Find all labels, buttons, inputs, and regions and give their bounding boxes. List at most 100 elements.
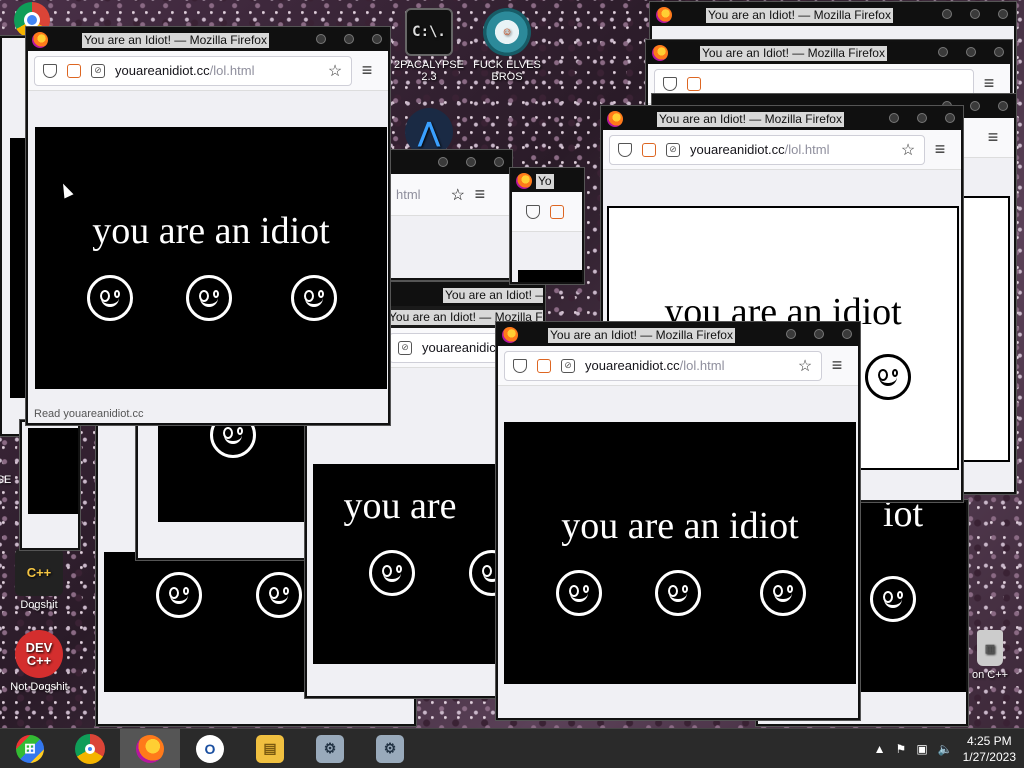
desktop-icon-elves[interactable]: ☺ FUCK ELVES BROS — [470, 8, 544, 83]
flag-icon[interactable]: ⚑ — [896, 742, 907, 756]
window-controls[interactable] — [438, 157, 504, 167]
url-bar[interactable]: ⊘ youareanidiot.cc/lol.html ☆ — [609, 134, 925, 165]
window-title: You are an Idiot! — Mozilla Firefox — [706, 7, 893, 23]
bookmark-star-icon[interactable]: ☆ — [451, 185, 465, 205]
window-title: You are an Idiot! — Mozilla Firefox — [657, 111, 844, 127]
url-path: /lol.html — [679, 358, 725, 373]
bookmark-star-icon[interactable]: ☆ — [797, 358, 813, 375]
url-bar[interactable] — [518, 197, 578, 227]
desktop-icon-not-dogshit[interactable]: DEV C++ Not Dogshit — [2, 630, 76, 693]
menu-icon[interactable]: ≡ — [974, 73, 1004, 94]
close-button[interactable] — [842, 329, 852, 339]
network-icon[interactable]: ▣ — [916, 742, 927, 756]
smiley-icon — [556, 570, 602, 616]
url-path: /lol.html — [209, 63, 255, 78]
titlebar[interactable]: You are an Idiot! — Mozilla Firefox — [648, 42, 1010, 64]
taskbar-chrome[interactable] — [60, 729, 120, 768]
minimize-button[interactable] — [316, 34, 326, 44]
firefox-logo-icon — [502, 327, 518, 343]
taskbar: ⊞ O ▤ ⚙ ⚙ ▲ ⚑ ▣ 🔈 4:25 PM 1/27/2023 — [0, 728, 1024, 768]
titlebar[interactable]: Yo — [512, 170, 582, 192]
window-title: You are an Idiot! — Mozilla Firefox — [548, 327, 735, 343]
window-controls[interactable] — [942, 9, 1008, 19]
page-content — [518, 270, 582, 282]
navigation-bar — [512, 192, 582, 232]
permissions-icon: ⊘ — [666, 142, 680, 157]
installer-icon: ⚙ — [376, 734, 404, 763]
smiley-icon — [760, 570, 806, 616]
url-host: youareanidiot.cc — [115, 63, 210, 78]
volume-icon[interactable]: 🔈 — [938, 742, 953, 756]
shield-icon — [513, 358, 527, 373]
url-path: /lol.html — [784, 142, 830, 157]
mouse-cursor-icon — [58, 181, 74, 199]
url-text: html — [396, 187, 421, 202]
taskbar-obama[interactable]: O — [180, 729, 240, 768]
menu-icon[interactable]: ≡ — [352, 60, 382, 81]
desktop-icon-2pacalypse[interactable]: C:\. 2PACALYPSE 2.3 — [392, 8, 466, 83]
shield-icon — [618, 142, 632, 157]
folder-icon: ▤ — [256, 734, 284, 763]
tracking-icon: ⊘ — [398, 340, 412, 355]
window-controls[interactable] — [316, 34, 382, 44]
taskbar-firefox[interactable] — [120, 728, 180, 768]
titlebar[interactable] — [390, 152, 510, 174]
menu-icon[interactable]: ≡ — [925, 139, 955, 160]
system-tray: ▲ ⚑ ▣ 🔈 4:25 PM 1/27/2023 — [874, 729, 1016, 768]
window-controls[interactable] — [938, 47, 1004, 57]
obama-logo-icon: O — [196, 734, 224, 763]
close-button[interactable] — [372, 34, 382, 44]
devcpp-icon: DEV C++ — [15, 630, 63, 678]
firefox-window-main-topleft[interactable]: You are an Idiot! — Mozilla Firefox ⊘ yo… — [26, 27, 390, 425]
minimize-button[interactable] — [786, 329, 796, 339]
maximize-button[interactable] — [814, 329, 824, 339]
titlebar[interactable]: You are an Idiot! — Mozilla Firefox — [603, 108, 961, 130]
url-bar[interactable]: ⊘ youareanidiot.cc/lol.html ☆ — [34, 55, 352, 86]
clock[interactable]: 4:25 PM 1/27/2023 — [963, 733, 1016, 765]
desktop-icon-label: Not Dogshit — [10, 681, 68, 693]
maximize-button[interactable] — [344, 34, 354, 44]
status-text: Read youareanidiot.cc — [32, 408, 146, 420]
firefox-logo-icon — [656, 7, 672, 23]
firefox-icon — [136, 734, 164, 763]
taskbar-installer-1[interactable]: ⚙ — [300, 729, 360, 768]
titlebar[interactable]: You are an Idiot! — Mozilla Firefox — [28, 29, 388, 51]
smiley-icon — [865, 354, 911, 400]
menu-icon[interactable]: ≡ — [822, 355, 852, 376]
smiley-icon — [369, 550, 415, 596]
navigation-bar: ⊘ youareanidiot.cc/lol.html ☆ ≡ — [603, 130, 961, 170]
desktop-icon-dogshit[interactable]: C++ Dogshit — [2, 548, 76, 611]
taskbar-file-explorer[interactable]: ▤ — [240, 729, 300, 768]
installer-icon: ⚙ — [316, 734, 344, 763]
clock-time: 4:25 PM — [966, 734, 1012, 748]
titlebar[interactable]: You are an Idiot! — Mozilla Firefox — [498, 324, 858, 346]
firefox-window-main-center[interactable]: You are an Idiot! — Mozilla Firefox ⊘ yo… — [496, 322, 860, 720]
url-bar[interactable]: ⊘ youareanidiot.cc/lol.html ☆ — [504, 350, 822, 381]
lock-icon — [642, 142, 656, 157]
window-controls[interactable] — [786, 329, 852, 339]
menu-icon[interactable]: ≡ — [465, 184, 495, 205]
show-hidden-icons-icon[interactable]: ▲ — [874, 742, 886, 756]
menu-icon[interactable]: ≡ — [978, 127, 1008, 148]
smiley-icon — [156, 572, 202, 618]
taskbar-installer-2[interactable]: ⚙ — [360, 729, 420, 768]
titlebar[interactable]: You are an Idiot! — Mozilla Firefox — [652, 4, 1014, 26]
window-controls[interactable] — [889, 113, 955, 123]
desktop-icon-label: Dogshit — [20, 599, 58, 611]
smiley-icon — [87, 275, 133, 321]
navigation-bar: ⊘ youareanidiot.cc/lol.html ☆ ≡ — [28, 51, 388, 91]
recycle-bin-icon: ▥ — [977, 630, 1003, 666]
firefox-window-bg-far-left-2[interactable] — [20, 420, 80, 550]
terminal-icon: C:\. — [405, 8, 453, 56]
firefox-logo-icon — [607, 111, 623, 127]
clock-date: 1/27/2023 — [962, 750, 1016, 764]
firefox-window-bg-small[interactable]: Yo — [510, 168, 584, 284]
lock-icon — [550, 204, 564, 219]
page-content — [28, 428, 78, 514]
url-text: youareanidic — [422, 340, 496, 355]
firefox-window-bg-center[interactable]: html ☆ ≡ — [388, 150, 512, 280]
lock-icon — [67, 63, 81, 78]
bookmark-star-icon[interactable]: ☆ — [327, 63, 343, 80]
start-button[interactable]: ⊞ — [0, 729, 60, 768]
bookmark-star-icon[interactable]: ☆ — [900, 142, 916, 159]
